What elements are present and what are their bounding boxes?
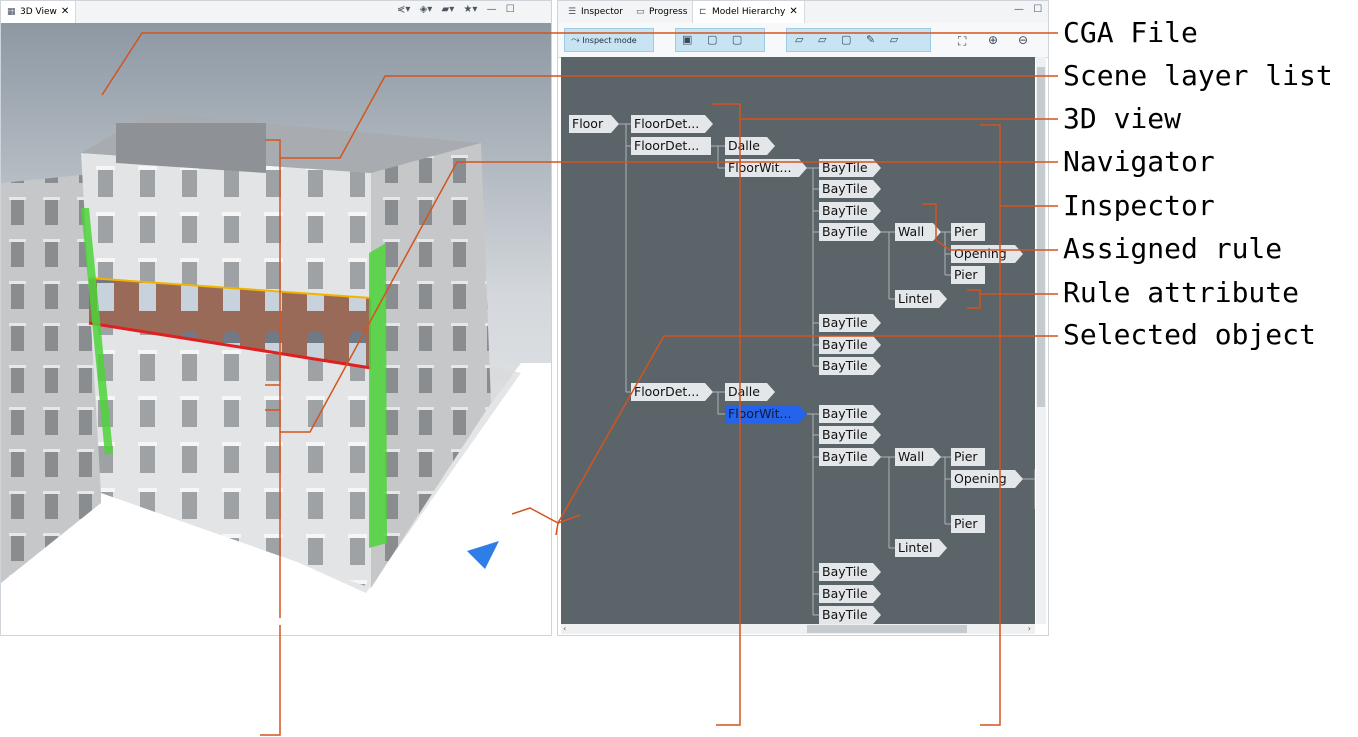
fit-icon[interactable]: ⛶ bbox=[958, 34, 966, 49]
inspector-icon: ☰ bbox=[568, 7, 577, 17]
node-baytile[interactable]: BayTile bbox=[819, 336, 881, 354]
node-floordetail[interactable]: FloorDet... bbox=[631, 137, 711, 155]
node-pier[interactable]: Pier bbox=[951, 266, 985, 284]
node-baytile[interactable]: BayTile bbox=[819, 159, 881, 177]
inspect-icon: ⤳ bbox=[571, 33, 580, 46]
vertical-scrollbar[interactable] bbox=[1036, 57, 1046, 624]
hierarchy-icon: ⊏ bbox=[699, 7, 707, 17]
node-floordetail[interactable]: FloorDet... bbox=[631, 115, 713, 133]
node-lintel[interactable]: Lintel bbox=[895, 539, 947, 557]
callout-selected-object: Selected object bbox=[1063, 318, 1316, 351]
camera-icon[interactable]: ▰▾ bbox=[442, 4, 455, 15]
close-icon[interactable]: ✕ bbox=[61, 6, 69, 17]
tab-progress-label: Progress bbox=[649, 7, 688, 17]
layers-icon[interactable]: ◈▾ bbox=[420, 4, 433, 15]
3d-view-tabbar: ▦ 3D View ✕ ⋞▾ ◈▾ ▰▾ ★▾ — ☐ bbox=[1, 1, 551, 24]
tab-3d-view[interactable]: ▦ 3D View ✕ bbox=[1, 1, 77, 23]
node-dalle[interactable]: Dalle bbox=[725, 137, 775, 155]
view-mode-group: ▣ ▢ ▢ bbox=[675, 28, 765, 52]
window-controls: — ☐ bbox=[1008, 4, 1042, 15]
progress-icon: ▭ bbox=[636, 7, 645, 17]
plane-icon[interactable]: ▱ bbox=[795, 33, 803, 46]
node-baytile[interactable]: BayTile bbox=[819, 606, 881, 624]
3d-view-toolbar: ⋞▾ ◈▾ ▰▾ ★▾ — ☐ bbox=[391, 4, 515, 15]
node-floordetail[interactable]: FloorDet... bbox=[631, 383, 713, 401]
horizontal-scrollbar[interactable]: ‹ › bbox=[561, 624, 1035, 634]
leader-scene-layer-list-bottom bbox=[260, 625, 281, 736]
vertical-scrollbar-thumb[interactable] bbox=[1037, 67, 1045, 407]
minimize-icon[interactable]: — bbox=[1014, 4, 1024, 15]
share-icon[interactable]: ⋞▾ bbox=[397, 4, 410, 15]
node-baytile[interactable]: BayTile bbox=[819, 426, 881, 444]
scroll-left-icon[interactable]: ‹ bbox=[563, 624, 566, 633]
cube-icon: ▦ bbox=[7, 7, 16, 17]
node-baytile[interactable]: BayTile bbox=[819, 405, 881, 423]
star-icon[interactable]: ★▾ bbox=[463, 4, 477, 15]
node-lintel[interactable]: Lintel bbox=[895, 290, 947, 308]
box-outline-icon[interactable]: ▢ bbox=[732, 33, 742, 46]
tab-progress[interactable]: ▭ Progress bbox=[630, 1, 693, 23]
horizontal-scrollbar-thumb[interactable] bbox=[807, 625, 967, 633]
right-tabbar: ☰ Inspector ▭ Progress ⊏ Model Hierarchy ✕ —… bbox=[558, 1, 1048, 24]
node-baytile[interactable]: BayTile bbox=[819, 202, 881, 220]
hierarchy-toolbar: ⤳ Inspect mode ▣ ▢ ▢ ▱ ▱ ▢ ✎ ▱ ⛶ ⊕ ⊖ bbox=[558, 23, 1048, 58]
node-baytile[interactable]: BayTile bbox=[819, 563, 881, 581]
scroll-right-icon[interactable]: › bbox=[1028, 624, 1031, 633]
tab-inspector-label: Inspector bbox=[581, 7, 623, 17]
callout-3d-view: 3D view bbox=[1063, 102, 1182, 135]
edit-icon[interactable]: ✎ bbox=[866, 33, 875, 46]
box-solid-icon[interactable]: ▣ bbox=[682, 33, 692, 46]
tab-model-hierarchy-label: Model Hierarchy bbox=[712, 7, 786, 17]
node-baytile[interactable]: BayTile bbox=[819, 314, 881, 332]
node-baytile[interactable]: BayTile bbox=[819, 448, 881, 466]
node-opening[interactable]: Opening bbox=[951, 470, 1023, 488]
callout-cga-file: CGA File bbox=[1063, 16, 1198, 49]
3d-viewport[interactable] bbox=[1, 23, 551, 635]
node-pier[interactable]: Pier bbox=[951, 515, 985, 533]
node-wall[interactable]: Wall bbox=[895, 223, 941, 241]
minimize-icon[interactable]: — bbox=[487, 4, 497, 15]
inspect-mode-label: Inspect mode bbox=[582, 36, 637, 45]
callout-inspector: Inspector bbox=[1063, 189, 1215, 222]
node-pier[interactable]: Pier bbox=[951, 223, 985, 241]
node-pier[interactable]: Pier bbox=[951, 448, 985, 466]
node-baytile[interactable]: BayTile bbox=[819, 180, 881, 198]
callout-scene-layer-list: Scene layer list bbox=[1063, 59, 1333, 92]
node-floorwithbays[interactable]: FloorWit... bbox=[725, 159, 807, 177]
node-dalle[interactable]: Dalle bbox=[725, 383, 775, 401]
zoom-in-icon[interactable]: ⊕ bbox=[988, 33, 998, 47]
node-baytile[interactable]: BayTile bbox=[819, 357, 881, 375]
node-floorwithbays-selected[interactable]: FloorWit... bbox=[725, 405, 807, 423]
box-icon[interactable]: ▢ bbox=[841, 33, 851, 46]
tab-inspector[interactable]: ☰ Inspector bbox=[562, 1, 629, 23]
node-baytile[interactable]: BayTile bbox=[819, 223, 881, 241]
callout-assigned-rule: Assigned rule bbox=[1063, 232, 1283, 265]
tab-3d-view-label: 3D View bbox=[20, 7, 57, 17]
inspect-mode-button[interactable]: ⤳ Inspect mode bbox=[564, 28, 654, 52]
node-baytile[interactable]: BayTile bbox=[819, 585, 881, 603]
green-highlight-right bbox=[369, 243, 387, 548]
callout-navigator: Navigator bbox=[1063, 145, 1215, 178]
plane-alt-icon[interactable]: ▱ bbox=[818, 33, 826, 46]
zoom-out-icon[interactable]: ⊖ bbox=[1018, 33, 1028, 47]
tab-model-hierarchy[interactable]: ⊏ Model Hierarchy ✕ bbox=[692, 1, 805, 23]
plane-faded-icon[interactable]: ▱ bbox=[890, 33, 898, 46]
callout-rule-attribute: Rule attribute bbox=[1063, 276, 1300, 309]
node-wall[interactable]: Wall bbox=[895, 448, 941, 466]
maximize-icon[interactable]: ☐ bbox=[506, 4, 515, 15]
node-opening[interactable]: Opening bbox=[951, 245, 1023, 263]
box-wire-icon[interactable]: ▢ bbox=[707, 33, 717, 46]
close-icon[interactable]: ✕ bbox=[789, 6, 797, 17]
node-floor[interactable]: Floor bbox=[569, 115, 619, 133]
model-hierarchy-panel: ☰ Inspector ▭ Progress ⊏ Model Hierarchy ✕ —… bbox=[557, 0, 1049, 636]
hierarchy-canvas[interactable]: Floor FloorDet... FloorDet... Dalle Floo… bbox=[561, 57, 1035, 624]
filter-group: ▱ ▱ ▢ ✎ ▱ bbox=[786, 28, 931, 52]
3d-view-panel: ▦ 3D View ✕ ⋞▾ ◈▾ ▰▾ ★▾ — ☐ bbox=[0, 0, 552, 636]
maximize-icon[interactable]: ☐ bbox=[1033, 4, 1042, 15]
